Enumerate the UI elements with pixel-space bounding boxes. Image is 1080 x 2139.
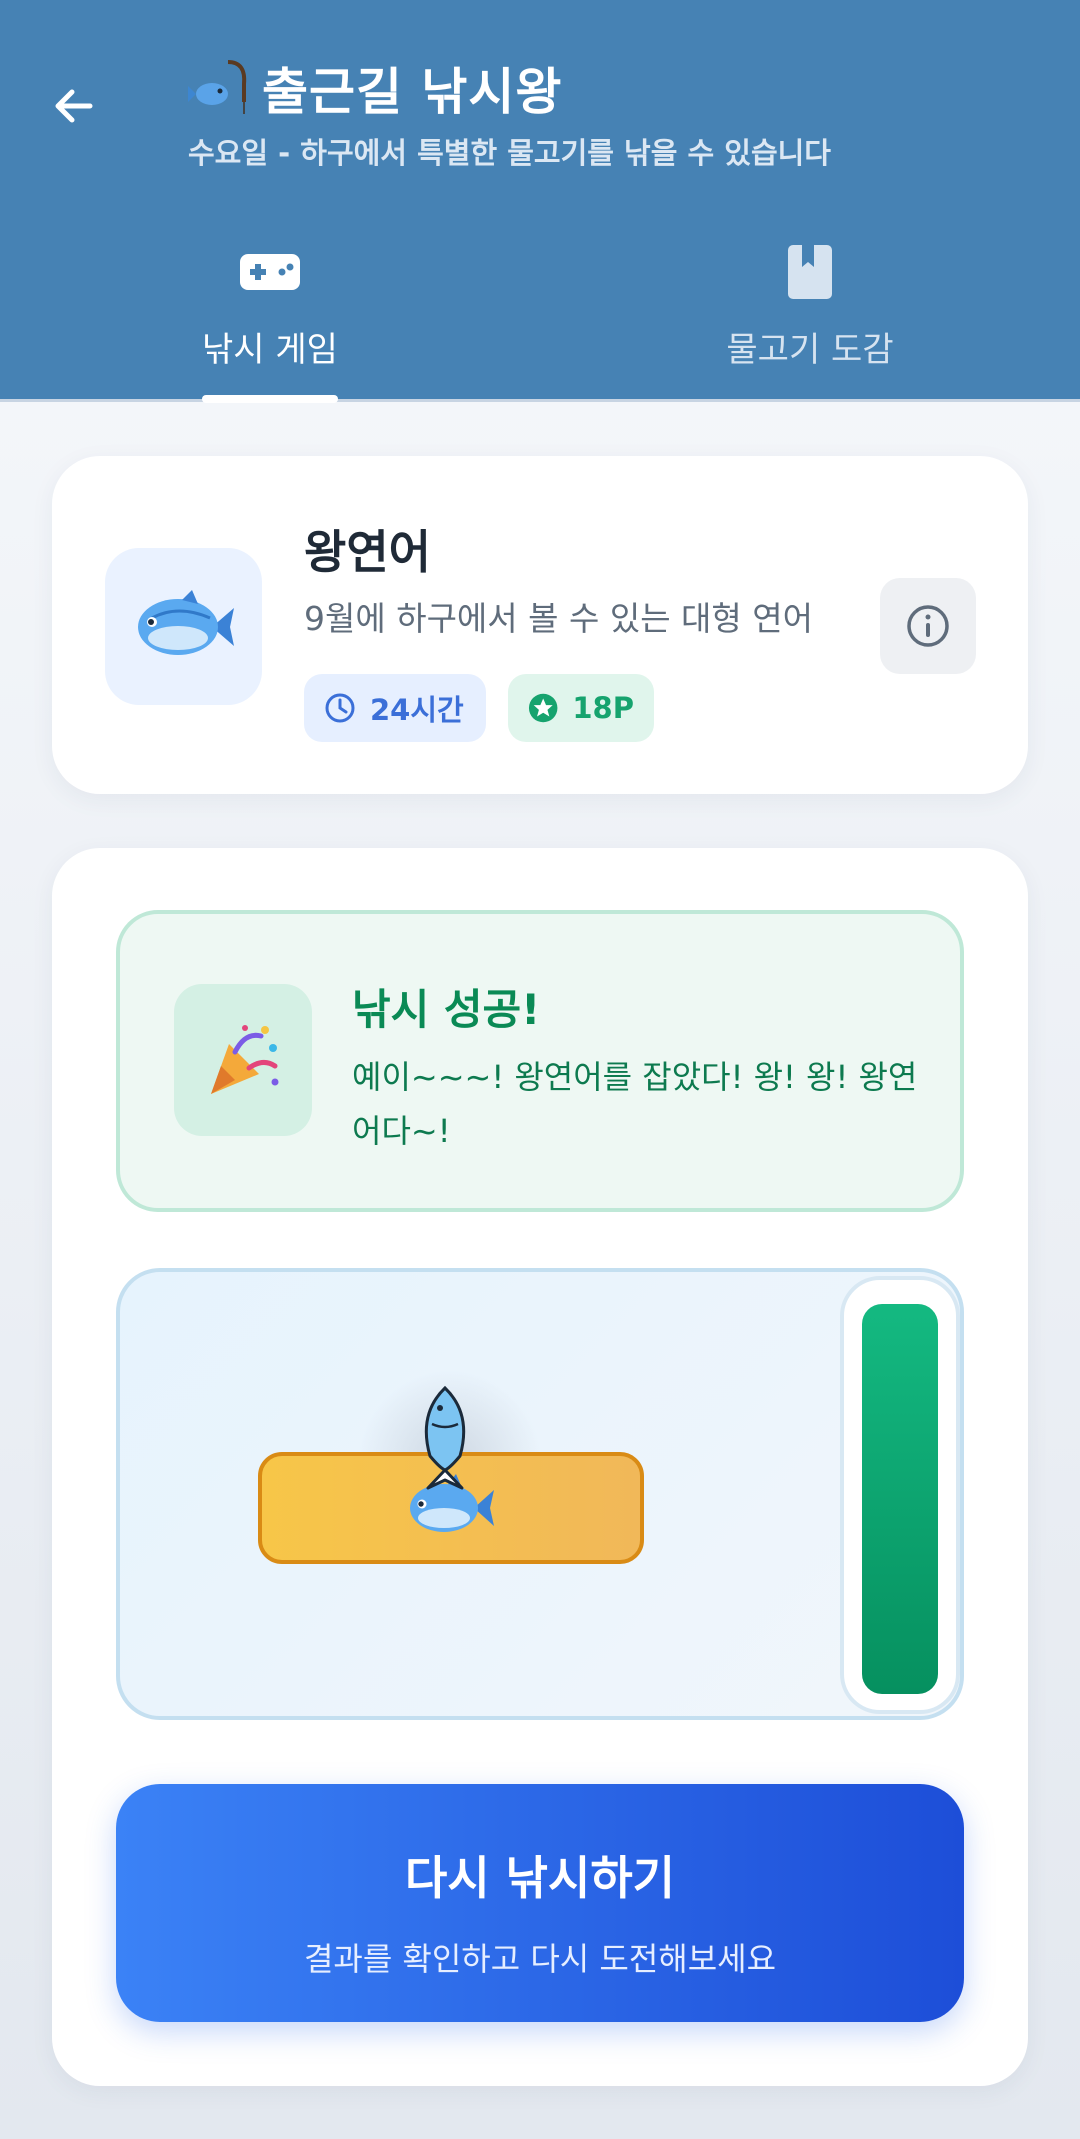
- arrow-left-icon: [55, 89, 93, 123]
- app-header: 출근길 낚시왕 수요일 - 하구에서 특별한 물고기를 낚을 수 있습니다 낚시…: [0, 0, 1080, 403]
- gamepad-icon: [240, 254, 300, 290]
- info-button[interactable]: [880, 578, 976, 674]
- title-row: 출근길 낚시왕: [188, 52, 562, 124]
- back-button[interactable]: [46, 78, 102, 134]
- tension-meter: [840, 1276, 960, 1714]
- game-card: 낚시 성공! 예이~~~! 왕연어를 잡았다! 왕! 왕! 왕연어다~! 다시 …: [52, 848, 1028, 2086]
- clock-icon: [325, 693, 355, 723]
- points-value: 18P: [572, 691, 634, 725]
- info-icon: [907, 605, 949, 647]
- fish-name: 왕연어: [304, 525, 431, 579]
- party-popper-icon: [211, 1025, 279, 1094]
- tab-fishing-game[interactable]: 낚시 게임: [120, 240, 420, 371]
- points-badge: 18P: [508, 674, 654, 742]
- retry-button-label: 다시 낚시하기: [405, 1851, 675, 1905]
- success-title: 낚시 성공!: [352, 985, 541, 1034]
- page-subtitle: 수요일 - 하구에서 특별한 물고기를 낚을 수 있습니다: [188, 136, 831, 170]
- fish-description: 9월에 하구에서 볼 수 있는 대형 연어: [304, 599, 813, 638]
- success-icon-box: [174, 984, 312, 1136]
- tab-fish-encyclopedia[interactable]: 물고기 도감: [660, 240, 960, 371]
- fish-thumbnail: [105, 548, 262, 705]
- retry-button-sublabel: 결과를 확인하고 다시 도전해보세요: [303, 1940, 777, 1978]
- retry-fishing-button[interactable]: 다시 낚시하기 결과를 확인하고 다시 도전해보세요: [116, 1784, 964, 2022]
- page-title: 출근길 낚시왕: [262, 63, 563, 121]
- time-value: 24시간: [370, 693, 464, 727]
- fishing-rod-icon: [188, 60, 247, 114]
- fish-icon: [137, 589, 234, 655]
- book-icon: [788, 245, 832, 299]
- active-tab-indicator: [202, 395, 338, 403]
- star-icon: [528, 693, 558, 723]
- fish-info-card: 왕연어 9월에 하구에서 볼 수 있는 대형 연어 24시간 18P: [52, 456, 1028, 794]
- hooked-fish-icon: [424, 1385, 466, 1490]
- tension-meter-fill: [862, 1304, 938, 1694]
- fishing-game-area[interactable]: [116, 1268, 964, 1720]
- tab-label: 낚시 게임: [202, 330, 338, 370]
- success-banner: 낚시 성공! 예이~~~! 왕연어를 잡았다! 왕! 왕! 왕연어다~!: [116, 910, 964, 1212]
- success-message: 예이~~~! 왕연어를 잡았다! 왕! 왕! 왕연어다~!: [352, 1058, 918, 1150]
- tab-label: 물고기 도감: [726, 330, 894, 370]
- time-badge: 24시간: [304, 674, 486, 742]
